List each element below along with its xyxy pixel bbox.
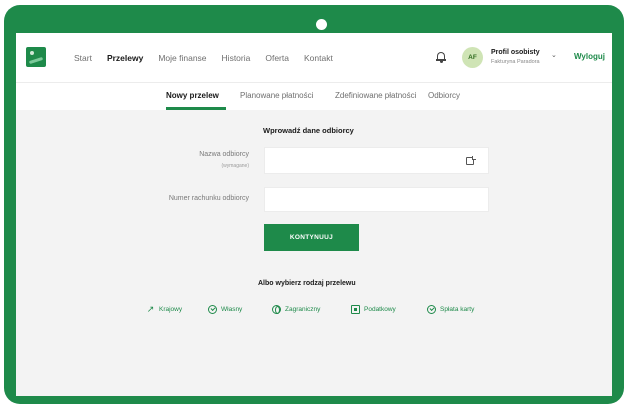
transfer-types-title: Albo wybierz rodzaj przelewu xyxy=(258,280,356,287)
recipient-name-label: Nazwa odbiorcy xyxy=(199,151,249,158)
tab-planowane-platnosci[interactable]: Planowane płatności xyxy=(240,91,313,100)
profile-name[interactable]: Profil osobisty xyxy=(491,49,540,56)
option-zagraniczny[interactable]: Zagraniczny xyxy=(272,305,320,314)
document-icon xyxy=(351,305,360,314)
nav-item-moje-finanse[interactable]: Moje finanse xyxy=(158,53,206,63)
avatar[interactable]: AF xyxy=(462,47,483,68)
account-number-label: Numer rachunku odbiorcy xyxy=(168,195,249,202)
arrow-icon: ↗ xyxy=(146,304,155,314)
main-nav: Start Przelewy Moje finanse Historia Ofe… xyxy=(74,53,348,63)
nav-item-przelewy[interactable]: Przelewy xyxy=(107,53,143,63)
address-book-icon[interactable] xyxy=(466,156,476,165)
check-circle-icon xyxy=(427,305,436,314)
bank-logo[interactable] xyxy=(26,47,46,67)
nav-item-oferta[interactable]: Oferta xyxy=(265,53,289,63)
active-tab-indicator xyxy=(166,107,226,110)
profile-subtitle: Fakturyna Paradora xyxy=(491,59,540,65)
option-label: Własny xyxy=(221,306,243,313)
account-number-field[interactable] xyxy=(264,187,489,212)
transfer-subnav: Nowy przelew Planowane płatności Zdefini… xyxy=(16,82,612,110)
option-splata-karty[interactable]: Spłata karty xyxy=(427,305,474,314)
logo-wave xyxy=(28,56,44,65)
top-navigation-bar: Start Przelewy Moje finanse Historia Ofe… xyxy=(16,33,612,82)
option-podatkowy[interactable]: Podatkowy xyxy=(351,305,396,314)
logo-star xyxy=(30,51,34,55)
option-krajowy[interactable]: ↗ Krajowy xyxy=(146,305,182,314)
nav-item-kontakt[interactable]: Kontakt xyxy=(304,53,333,63)
check-circle-icon xyxy=(208,305,217,314)
tab-nowy-przelew[interactable]: Nowy przelew xyxy=(166,91,219,100)
logout-link[interactable]: Wyloguj xyxy=(574,52,605,61)
chevron-down-icon[interactable]: ⌄ xyxy=(551,51,557,59)
globe-icon xyxy=(272,305,281,314)
recipient-name-field[interactable] xyxy=(264,147,489,174)
nav-item-start[interactable]: Start xyxy=(74,53,92,63)
tab-odbiorcy[interactable]: Odbiorcy xyxy=(428,91,460,100)
app-screen: Start Przelewy Moje finanse Historia Ofe… xyxy=(16,33,612,396)
notification-bell-icon[interactable] xyxy=(436,51,446,63)
option-label: Spłata karty xyxy=(440,306,475,313)
camera-dot xyxy=(316,19,327,30)
continue-button[interactable]: KONTYNUUJ xyxy=(264,224,359,251)
nav-item-historia[interactable]: Historia xyxy=(222,53,251,63)
form-title: Wprowadź dane odbiorcy xyxy=(263,126,354,135)
recipient-name-hint: (wymagane) xyxy=(221,163,249,169)
option-wlasny[interactable]: Własny xyxy=(208,305,242,314)
option-label: Krajowy xyxy=(159,306,183,313)
option-label: Zagraniczny xyxy=(285,306,321,313)
tab-zdefiniowane-platnosci[interactable]: Zdefiniowane płatności xyxy=(335,91,416,100)
option-label: Podatkowy xyxy=(364,306,396,313)
